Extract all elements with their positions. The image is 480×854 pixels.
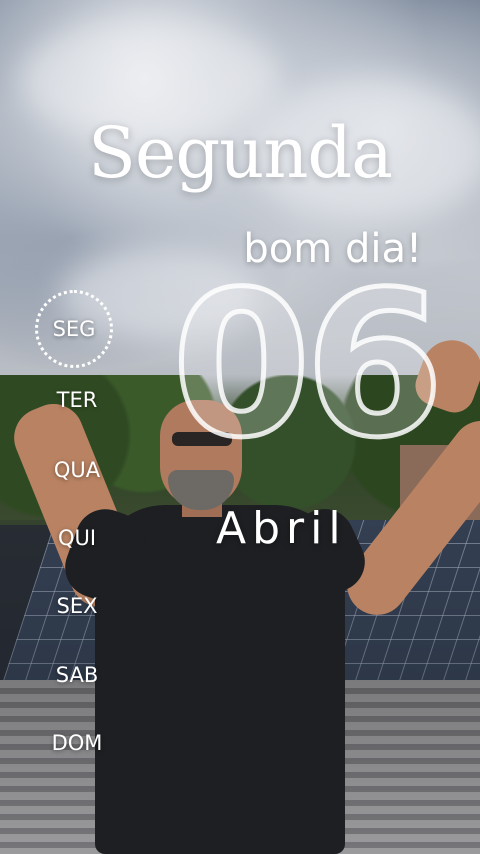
weekday-qua: QUA (53, 458, 101, 482)
weekday-ter: TER (56, 388, 98, 412)
weekday-sex: SEX (56, 594, 98, 618)
day-number: 06 (169, 249, 446, 482)
weekday-dom: DOM (51, 731, 103, 755)
weekday-title: Segunda (88, 112, 393, 194)
weekday-sab: SAB (55, 663, 99, 687)
weekday-qui: QUI (57, 526, 97, 550)
weekday-seg: SEG (52, 317, 96, 341)
month-label: Abril (216, 503, 347, 554)
